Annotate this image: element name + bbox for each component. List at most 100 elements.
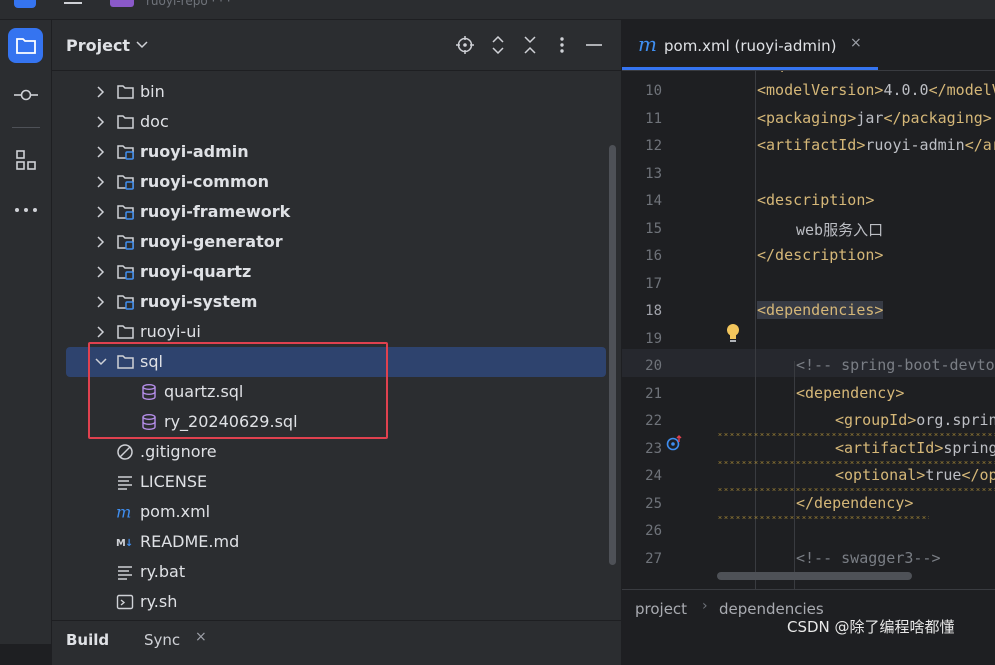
line-number: 17 — [645, 275, 662, 292]
tree-item-pom-xml[interactable]: m pom.xml — [52, 497, 608, 527]
line-number: 16 — [645, 248, 662, 264]
tree-item-ry-sh[interactable]: ry.sh — [52, 587, 608, 617]
warning-underline — [717, 488, 995, 491]
chevron-right-icon[interactable] — [94, 115, 108, 129]
locate-file-icon[interactable] — [456, 36, 474, 54]
module-folder-icon — [117, 235, 134, 250]
code-line: <dependency> — [796, 383, 905, 402]
svg-text:↓: ↓ — [125, 538, 133, 549]
module-folder-icon — [117, 175, 134, 190]
watermark-text: CSDN @除了编程啥都懂 — [787, 618, 955, 636]
tree-item-license[interactable]: LICENSE — [52, 467, 608, 497]
chevron-right-icon[interactable] — [94, 205, 108, 219]
project-tool-button[interactable] — [8, 28, 43, 63]
folder-icon — [15, 37, 36, 54]
chevron-right-icon[interactable] — [94, 145, 108, 159]
tree-item-label: ry.bat — [140, 562, 186, 581]
line-number: 21 — [645, 385, 662, 402]
tree-item-ruoyi-admin[interactable]: ruoyi-admin — [52, 137, 608, 167]
line-number: 10 — [645, 83, 662, 99]
maven-file-icon: m — [638, 32, 657, 56]
code-line: <packaging>jar</packaging> — [757, 108, 992, 127]
chevron-right-icon[interactable] — [94, 295, 108, 309]
code-line: <artifactId>spring-boot-devtools</artifa… — [835, 438, 995, 457]
editor-tab-bar: m pom.xml (ruoyi-admin) × — [622, 20, 995, 71]
sync-tab-close-icon[interactable]: × — [195, 629, 207, 645]
minimize-icon[interactable] — [585, 36, 603, 54]
line-number: 11 — [645, 110, 662, 127]
tree-item-label: .gitignore — [140, 442, 217, 461]
editor-tab-pom[interactable]: m pom.xml (ruoyi-admin) × — [622, 20, 878, 70]
tree-item-ruoyi-system[interactable]: ruoyi-system — [52, 287, 608, 317]
module-folder-icon — [117, 265, 134, 280]
chevron-right-icon[interactable] — [94, 175, 108, 189]
collapse-all-icon[interactable] — [521, 36, 539, 54]
tree-item-ry-bat[interactable]: ry.bat — [52, 557, 608, 587]
build-tab[interactable]: Build — [66, 631, 109, 649]
chevron-down-icon[interactable] — [136, 41, 148, 49]
tree-item-doc[interactable]: doc — [52, 107, 608, 137]
breadcrumb-project[interactable]: project — [635, 600, 687, 618]
lightbulb-icon[interactable] — [725, 323, 741, 343]
structure-tool-button[interactable] — [8, 142, 43, 177]
line-number: 20 — [645, 358, 662, 374]
maven-file-icon: m — [116, 503, 131, 521]
line-number: 27 — [645, 550, 662, 567]
chevron-right-icon[interactable] — [94, 85, 108, 99]
commit-tool-button[interactable] — [8, 77, 43, 112]
indent-guide — [794, 361, 795, 591]
tree-item-label: ry.sh — [140, 592, 178, 611]
editor-horizontal-scrollbar[interactable] — [717, 572, 912, 580]
tool-window-bar — [0, 20, 52, 644]
project-panel-title[interactable]: Project — [66, 36, 130, 55]
gitignore-icon — [117, 444, 133, 460]
code-line: <artifactId>ruoyi-admin</artifactId> — [757, 136, 995, 154]
chevron-right-icon[interactable] — [94, 265, 108, 279]
header-divider — [52, 70, 621, 71]
active-tab-indicator — [622, 67, 878, 70]
tree-item-bin[interactable]: bin — [52, 77, 608, 107]
tree-item-label: ruoyi-system — [140, 292, 258, 311]
line-number: 15 — [645, 220, 662, 237]
more-vertical-icon[interactable] — [553, 36, 571, 54]
project-badge-icon[interactable] — [110, 0, 134, 7]
annotation-highlight-box — [88, 342, 388, 439]
tree-item-ruoyi-common[interactable]: ruoyi-common — [52, 167, 608, 197]
tree-item-label: doc — [140, 112, 169, 131]
editor-tab-label[interactable]: pom.xml (ruoyi-admin) — [664, 37, 837, 55]
chevron-right-icon[interactable] — [94, 235, 108, 249]
dependency-gutter-icon[interactable] — [666, 435, 684, 451]
text-file-icon — [118, 476, 132, 490]
line-number: 14 — [645, 193, 662, 209]
code-line: </dependency> — [796, 493, 914, 512]
editor-area: m pom.xml (ruoyi-admin) × </parent> 10 <m… — [622, 20, 995, 644]
project-tree-scrollbar[interactable] — [609, 145, 616, 565]
warning-underline — [717, 433, 995, 436]
line-number: 23 — [645, 440, 662, 457]
tree-item-label: bin — [140, 82, 165, 101]
tree-item-ruoyi-framework[interactable]: ruoyi-framework — [52, 197, 608, 227]
code-editor[interactable]: </parent> 10 <modelVersion>4.0.0</modelVe… — [622, 71, 995, 591]
main-menu-icon[interactable] — [64, 2, 82, 4]
more-horizontal-icon — [14, 207, 37, 212]
project-panel: Project bin doc ruoyi-admin ruoyi-common ruo… — [52, 20, 621, 665]
line-number: 22 — [645, 413, 662, 429]
more-tools-button[interactable] — [8, 192, 43, 227]
close-tab-icon[interactable]: × — [850, 35, 862, 51]
tree-item-readme-md[interactable]: M ↓ README.md — [52, 527, 608, 557]
line-number: 26 — [645, 523, 662, 539]
tree-item-gitignore[interactable]: .gitignore — [52, 437, 608, 467]
code-line: <optional>true</optional> — [835, 466, 995, 484]
toolbar-separator — [12, 127, 40, 128]
sync-tab[interactable]: Sync — [144, 631, 180, 649]
line-number: 24 — [645, 468, 662, 484]
module-folder-icon — [117, 145, 134, 160]
chevron-right-icon[interactable] — [94, 325, 108, 339]
code-line: </description> — [757, 246, 884, 264]
project-name[interactable]: ruoyi-repo · · · — [146, 0, 231, 8]
tree-item-ruoyi-quartz[interactable]: ruoyi-quartz — [52, 257, 608, 287]
tree-item-ruoyi-generator[interactable]: ruoyi-generator — [52, 227, 608, 257]
expand-all-icon[interactable] — [489, 36, 507, 54]
title-bar: ruoyi-repo · · · — [0, 0, 995, 20]
warning-underline — [717, 460, 995, 464]
